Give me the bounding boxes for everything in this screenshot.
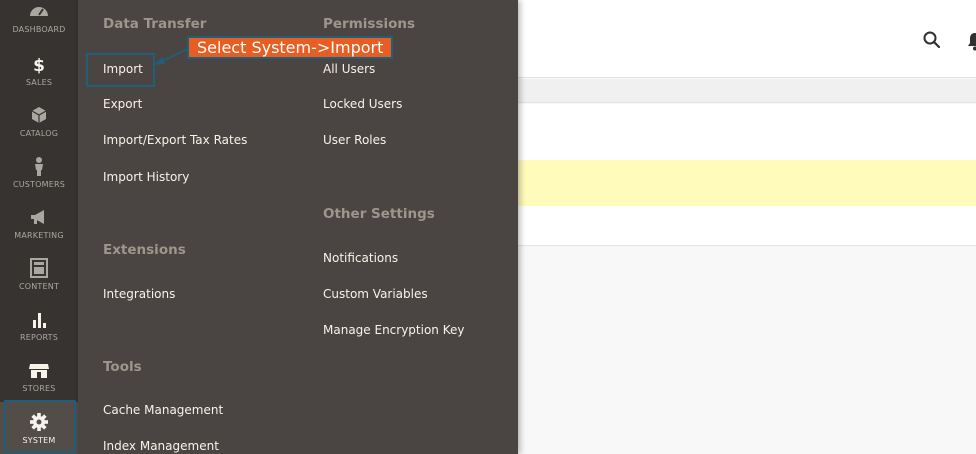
nav-label: CUSTOMERS (12, 180, 66, 189)
page-header (518, 0, 976, 78)
menu-link-export[interactable]: Export (103, 97, 142, 111)
nav-sales[interactable]: $ SALES (0, 45, 78, 95)
section-title-data-transfer: Data Transfer (103, 16, 207, 32)
admin-window: DASHBOARD $ SALES CATALOG CUSTOMERS MARK… (0, 0, 976, 454)
menu-link-import-history[interactable]: Import History (103, 170, 189, 184)
admin-sidebar: DASHBOARD $ SALES CATALOG CUSTOMERS MARK… (0, 0, 78, 454)
section-title-permissions: Permissions (323, 16, 416, 32)
nav-label: STORES (22, 384, 56, 393)
menu-link-manage-encryption-key[interactable]: Manage Encryption Key (323, 323, 464, 337)
menu-link-index-management[interactable]: Index Management (103, 439, 219, 453)
nav-label: MARKETING (14, 231, 64, 240)
menu-link-custom-variables[interactable]: Custom Variables (323, 287, 428, 301)
section-title-tools: Tools (103, 359, 142, 375)
nav-label: SYSTEM (22, 436, 56, 445)
nav-label: CATALOG (19, 129, 59, 138)
menu-link-all-users[interactable]: All Users (323, 62, 375, 76)
layout-icon (26, 257, 52, 279)
nav-label: CONTENT (18, 282, 60, 291)
menu-link-locked-users[interactable]: Locked Users (323, 97, 402, 111)
nav-label: SALES (25, 78, 53, 87)
instruction-callout: Select System->Import (187, 36, 394, 59)
nav-marketing[interactable]: MARKETING (0, 198, 78, 248)
nav-system[interactable]: SYSTEM (0, 402, 78, 454)
gear-icon (26, 411, 52, 433)
content-row (518, 206, 976, 246)
nav-reports[interactable]: REPORTS (0, 300, 78, 350)
megaphone-icon (26, 206, 52, 228)
dollar-icon: $ (26, 53, 52, 75)
nav-label: DASHBOARD (12, 25, 66, 34)
menu-link-user-roles[interactable]: User Roles (323, 133, 386, 147)
content-row (518, 104, 976, 160)
menu-link-integrations[interactable]: Integrations (103, 287, 175, 301)
section-title-other-settings: Other Settings (323, 206, 435, 222)
cube-icon (26, 104, 52, 126)
nav-dashboard[interactable]: DASHBOARD (0, 0, 78, 42)
search-icon[interactable] (922, 30, 942, 50)
nav-customers[interactable]: CUSTOMERS (0, 147, 78, 197)
menu-link-import-export-tax-rates[interactable]: Import/Export Tax Rates (103, 133, 247, 147)
bell-icon[interactable] (966, 31, 976, 51)
dashboard-icon (26, 0, 52, 22)
storefront-icon (26, 359, 52, 381)
menu-link-notifications[interactable]: Notifications (323, 251, 398, 265)
notice-message (518, 160, 976, 206)
nav-catalog[interactable]: CATALOG (0, 96, 78, 146)
bar-chart-icon (26, 308, 52, 330)
main-content (518, 0, 976, 454)
nav-content[interactable]: CONTENT (0, 249, 78, 299)
breadcrumb-strip (518, 79, 976, 103)
nav-stores[interactable]: STORES (0, 351, 78, 401)
nav-label: REPORTS (19, 333, 59, 342)
section-title-extensions: Extensions (103, 242, 186, 258)
svg-text:$: $ (33, 56, 45, 75)
menu-link-cache-management[interactable]: Cache Management (103, 403, 223, 417)
person-icon (26, 155, 52, 177)
